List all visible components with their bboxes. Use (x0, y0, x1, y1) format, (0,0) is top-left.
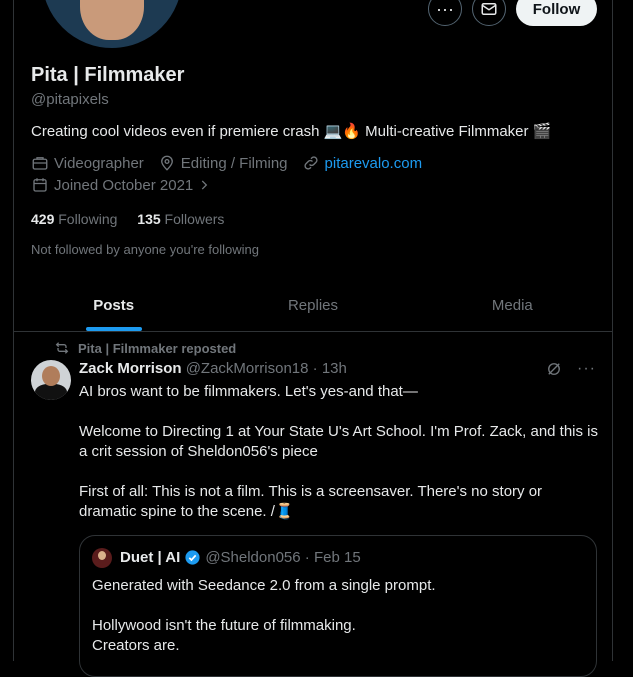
tweet[interactable]: Pita | Filmmaker reposted Zack Morrison … (14, 332, 612, 677)
mail-icon (481, 3, 497, 15)
quoted-author-avatar (92, 548, 112, 568)
grok-icon[interactable] (545, 360, 563, 378)
avatar-face (80, 0, 144, 40)
profile-handle: @pitapixels (31, 91, 109, 108)
location-item: Editing / Filming (158, 154, 288, 172)
follow-button[interactable]: Follow (516, 0, 597, 26)
message-button[interactable] (472, 0, 506, 26)
followers-count: 135 (137, 211, 161, 227)
following-count: 429 (31, 211, 55, 227)
website-item[interactable]: pitarevalo.com (302, 154, 423, 172)
repost-icon (55, 342, 69, 354)
tab-replies-label: Replies (287, 297, 338, 314)
briefcase-icon (32, 157, 48, 170)
location-text: Editing / Filming (180, 154, 288, 172)
joined-text: Joined October 2021 (54, 176, 194, 194)
repost-label[interactable]: Pita | Filmmaker reposted (78, 341, 236, 356)
tweet-separator: · (312, 360, 318, 377)
tweet-more-icon[interactable]: ··· (577, 360, 596, 378)
more-icon: ··· (436, 0, 454, 19)
tweet-author-avatar[interactable] (31, 360, 71, 400)
following-label: Following (58, 211, 118, 227)
not-followed-note: Not followed by anyone you're following (31, 242, 259, 257)
tweet-author-handle[interactable]: @ZackMorrison18 (186, 360, 309, 377)
quoted-text: Generated with Seedance 2.0 from a singl… (92, 577, 436, 654)
profession-text: Videographer (54, 154, 144, 172)
tab-replies[interactable]: Replies (213, 280, 412, 331)
tweet-author-name[interactable]: Zack Morrison (79, 360, 182, 377)
tweet-text: AI bros want to be filmmakers. Let's yes… (79, 383, 599, 520)
tweet-time[interactable]: 13h (322, 360, 347, 377)
chevron-right-icon (202, 180, 208, 190)
profile-bio: Creating cool videos even if premiere cr… (31, 123, 552, 140)
quoted-separator: · (300, 549, 314, 566)
verified-badge-icon (185, 550, 200, 565)
tab-posts-label: Posts (93, 297, 135, 314)
calendar-icon (33, 178, 47, 192)
followers-label: Followers (164, 211, 225, 227)
profile-column: ··· Follow Pita | Filmmaker @pitapixels … (13, 0, 613, 677)
profile-name: Pita | Filmmaker (31, 64, 185, 86)
tweet-header: Zack Morrison @ZackMorrison18 · 13h (79, 360, 347, 377)
active-tab-indicator (85, 327, 142, 331)
followers-stat[interactable]: 135 Followers (137, 211, 224, 227)
profile-tabs: Posts Replies Media (14, 280, 612, 332)
joined-row[interactable]: Joined October 2021 (31, 176, 211, 194)
tab-media[interactable]: Media (413, 280, 612, 331)
quoted-tweet[interactable]: Duet | AI @Sheldon056 · Feb 15 Generated… (79, 535, 597, 677)
quoted-avatar-head (98, 551, 106, 560)
location-pin-icon (160, 155, 173, 171)
following-stat[interactable]: 429 Following (31, 211, 117, 227)
quoted-author-name: Duet | AI (120, 549, 181, 566)
quoted-author-handle: @Sheldon056 (205, 549, 301, 566)
follow-stats: 429 Following 135 Followers (31, 211, 224, 227)
profile-meta-row: Videographer Editing / Filming pitareval… (31, 154, 436, 172)
more-options-button[interactable]: ··· (428, 0, 462, 26)
website-link[interactable]: pitarevalo.com (325, 155, 423, 172)
avatar-shoulders (35, 384, 67, 400)
repost-indicator: Pita | Filmmaker reposted (54, 340, 236, 356)
avatar-head (42, 366, 60, 386)
tweet-actions: ··· (545, 360, 596, 378)
tab-media-label: Media (491, 297, 533, 314)
link-icon (303, 156, 318, 170)
profession-item: Videographer (31, 154, 144, 172)
profile-avatar[interactable] (38, 0, 186, 52)
quoted-time: Feb 15 (313, 549, 361, 566)
tab-posts[interactable]: Posts (14, 280, 213, 331)
quoted-tweet-header: Duet | AI @Sheldon056 · Feb 15 (120, 549, 361, 566)
